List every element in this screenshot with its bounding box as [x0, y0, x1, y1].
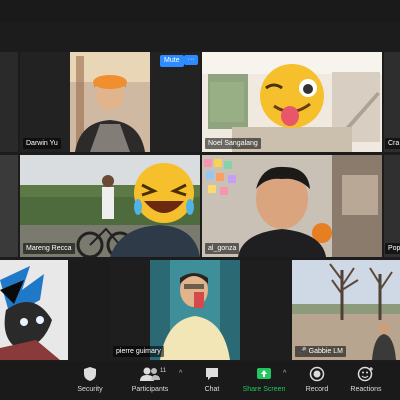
share-screen-label: Share Screen [242, 386, 286, 393]
video-tile-al-gonza[interactable]: al_gonza [202, 155, 382, 257]
participant-video-noel [202, 52, 382, 152]
video-tile-noel-sangalang[interactable]: Noel Sangalang [202, 52, 382, 152]
participant-name-label: Mareng Recca [23, 243, 75, 254]
security-label: Security [77, 386, 103, 393]
video-tile-partial-left-row2[interactable] [0, 155, 18, 257]
participant-name-label: Darwin Yu [23, 138, 61, 149]
meeting-toolbar: Security 11 Participants ^ Chat Share Sc… [0, 362, 400, 400]
participant-name-label: 🎤 Gabbie LM [295, 346, 346, 357]
participants-caret-icon[interactable]: ^ [179, 370, 182, 377]
participant-name-label: Noel Sangalang [205, 138, 261, 149]
participant-name-text: Gabbie LM [308, 348, 343, 355]
participant-video-mareng [20, 155, 200, 257]
chat-label: Chat [204, 386, 220, 393]
video-tile-partial-right-row2[interactable]: Pop [384, 155, 400, 257]
smiley-plus-icon [357, 366, 373, 382]
cartoon-avatar-image [0, 260, 68, 360]
mute-participant-button[interactable]: Mute [160, 55, 184, 67]
participant-video-al [202, 155, 382, 257]
shield-icon [84, 367, 96, 381]
video-tile-avatar-cartoon[interactable] [0, 260, 68, 360]
video-tile-pierre-guimary[interactable]: pierre guimary [110, 260, 290, 360]
participant-video-gabbie [292, 260, 400, 360]
share-screen-button[interactable]: Share Screen [240, 366, 288, 395]
meeting-top-bar [0, 0, 400, 22]
participant-name-label: al_gonza [205, 243, 240, 254]
record-icon [309, 366, 325, 382]
video-tile-darwin-yu[interactable]: Mute ··· Darwin Yu [20, 52, 200, 152]
people-icon [140, 367, 160, 381]
record-button[interactable]: Record [300, 366, 334, 395]
chat-bubble-icon [206, 368, 218, 380]
chat-button[interactable]: Chat [196, 366, 228, 395]
participant-video-pierre [150, 260, 240, 360]
video-tile-partial-left-row1[interactable] [0, 52, 18, 152]
video-tile-mareng-recca[interactable]: Mareng Recca [20, 155, 200, 257]
participants-button[interactable]: 11 Participants [122, 366, 178, 395]
participant-name-label: pierre guimary [113, 346, 164, 357]
security-button[interactable]: Security [70, 366, 110, 395]
participants-count: 11 [160, 368, 167, 374]
participant-name-label: Cra [385, 138, 400, 149]
participants-label: Participants [131, 386, 169, 393]
share-screen-caret-icon[interactable]: ^ [283, 370, 286, 377]
more-options-button[interactable]: ··· [184, 55, 198, 65]
muted-mic-icon: 🎤 [298, 348, 309, 355]
participant-name-label: Pop [385, 243, 400, 254]
record-label: Record [305, 386, 329, 393]
share-screen-icon [257, 368, 271, 379]
video-tile-gabbie-lm[interactable]: 🎤 Gabbie LM [292, 260, 400, 360]
video-tile-partial-right-row1[interactable]: Cra [384, 52, 400, 152]
reactions-button[interactable]: Reactions [344, 366, 388, 395]
participant-video-darwin [20, 52, 200, 152]
reactions-label: Reactions [350, 386, 382, 393]
